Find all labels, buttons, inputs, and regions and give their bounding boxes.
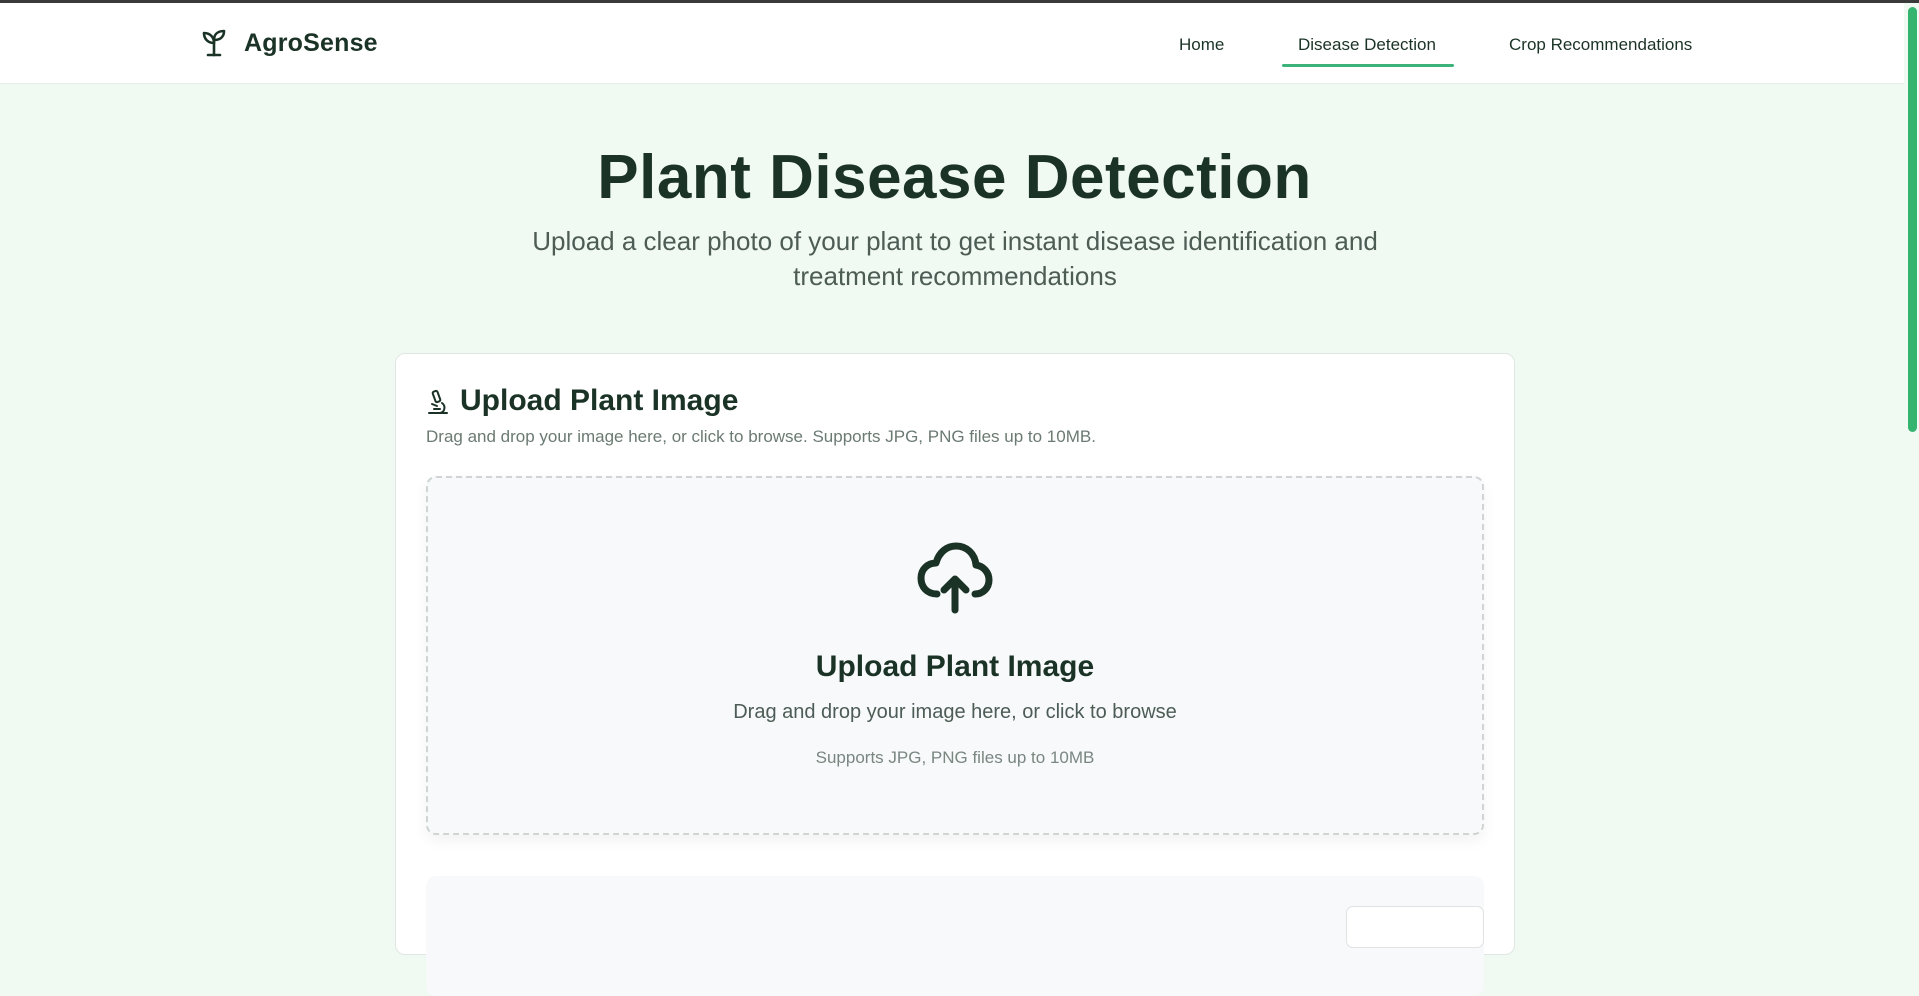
brand-name: AgroSense (244, 28, 378, 57)
navbar: AgroSense Home Disease Detection Crop Re… (0, 3, 1904, 84)
upload-card: Upload Plant Image Drag and drop your im… (395, 353, 1515, 996)
upload-card-description: Drag and drop your image here, or click … (426, 427, 1096, 446)
panel-action-button[interactable] (1346, 906, 1484, 948)
results-panel (426, 876, 1484, 996)
sprout-icon (202, 29, 226, 57)
active-nav-indicator (1282, 64, 1454, 67)
dropzone-text: Drag and drop your image here, or click … (733, 701, 1177, 723)
page-subtitle: Upload a clear photo of your plant to ge… (532, 226, 1378, 291)
page-title: Plant Disease Detection (597, 143, 1312, 212)
image-dropzone[interactable]: Upload Plant Image Drag and drop your im… (426, 476, 1484, 835)
upload-card-title: Upload Plant Image (460, 384, 739, 417)
upload-cloud-icon (917, 542, 993, 614)
nav-disease-detection-link[interactable]: Disease Detection (1298, 35, 1436, 55)
microscope-icon (428, 389, 448, 414)
nav-home-link[interactable]: Home (1179, 35, 1224, 55)
brand[interactable]: AgroSense (198, 27, 378, 59)
scrollbar-track[interactable] (1904, 3, 1919, 914)
nav-crop-recommendations-link[interactable]: Crop Recommendations (1509, 35, 1692, 55)
upload-card-header: Upload Plant Image (426, 384, 738, 418)
dropzone-hint: Supports JPG, PNG files up to 10MB (815, 748, 1095, 767)
dropzone-title: Upload Plant Image (815, 650, 1095, 683)
scrollbar-thumb[interactable] (1908, 7, 1917, 432)
